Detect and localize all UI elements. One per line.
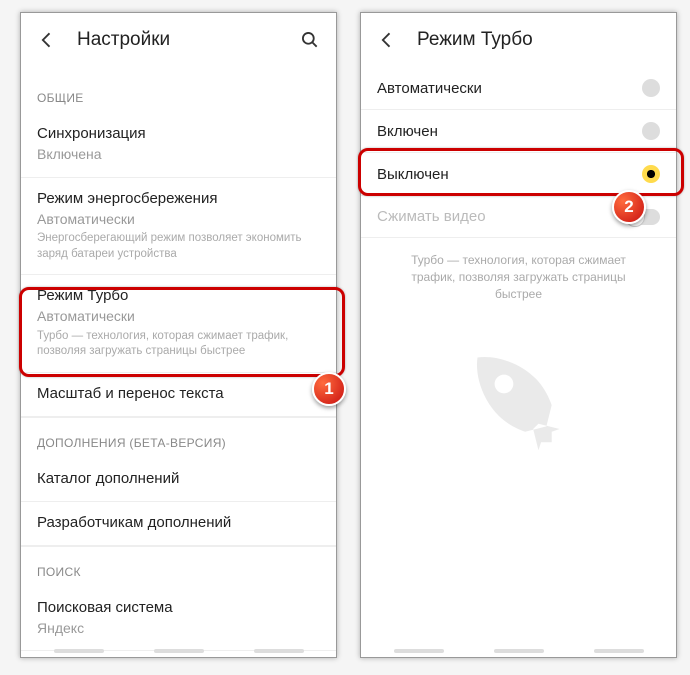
radio-icon-selected [642,165,660,183]
option-label: Включен [377,123,438,140]
turbo-hint: Турбо — технология, которая сжимает траф… [361,238,676,302]
android-navbar [361,649,676,653]
header: Режим Турбо [361,13,676,67]
item-power-saving[interactable]: Режим энергосбережения Автоматически Эне… [21,178,336,276]
option-label: Сжимать видео [377,208,486,225]
callout-badge-1: 1 [312,372,346,406]
settings-screen: Настройки ОБЩИЕ Синхронизация Включена Р… [20,12,337,658]
item-scale-wrap[interactable]: Масштаб и перенос текста [21,373,336,417]
radio-icon [642,122,660,140]
item-title: Разработчикам дополнений [37,512,320,533]
page-title: Режим Турбо [417,29,666,51]
header: Настройки [21,13,336,67]
item-title: Поисковая система [37,597,320,618]
option-auto[interactable]: Автоматически [361,67,676,110]
item-search-engine[interactable]: Поисковая система Яндекс [21,587,336,652]
item-value: Яндекс [37,619,320,639]
item-value: Автоматически [37,210,320,230]
item-addons-catalog[interactable]: Каталог дополнений [21,458,336,502]
item-title: Синхронизация [37,123,320,144]
radio-icon [642,79,660,97]
item-value: Автоматически [37,307,320,327]
callout-badge-2: 2 [612,190,646,224]
item-title: Режим Турбо [37,285,320,306]
section-general: ОБЩИЕ [21,67,336,113]
option-label: Автоматически [377,80,482,97]
option-on[interactable]: Включен [361,110,676,153]
search-icon[interactable] [294,24,326,56]
back-icon[interactable] [31,24,63,56]
page-title: Настройки [77,29,294,51]
item-title: Каталог дополнений [37,468,320,489]
item-addons-dev[interactable]: Разработчикам дополнений [21,502,336,546]
section-addons: ДОПОЛНЕНИЯ (БЕТА-ВЕРСИЯ) [21,417,336,458]
item-desc: Энергосберегающий режим позволяет эконом… [37,231,320,262]
item-title: Режим энергосбережения [37,188,320,209]
item-sync[interactable]: Синхронизация Включена [21,113,336,178]
section-search: ПОИСК [21,546,336,587]
item-title: Масштаб и перенос текста [37,383,320,404]
turbo-mode-screen: Режим Турбо Автоматически Включен Выключ… [360,12,677,658]
item-turbo-mode[interactable]: Режим Турбо Автоматически Турбо — технол… [21,275,336,373]
option-label: Выключен [377,166,449,183]
android-navbar [21,649,336,653]
back-icon[interactable] [371,24,403,56]
item-value: Включена [37,145,320,165]
item-desc: Турбо — технология, которая сжимает траф… [37,329,320,360]
rocket-icon [432,313,605,486]
